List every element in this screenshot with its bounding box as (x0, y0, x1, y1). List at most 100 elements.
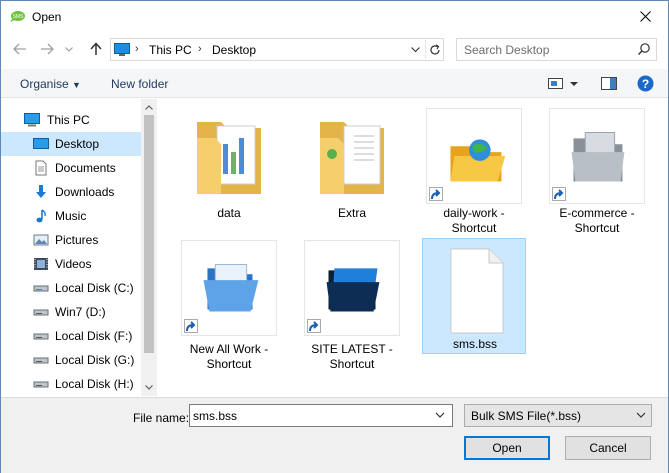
music-icon (36, 209, 46, 223)
up-button[interactable] (88, 41, 104, 57)
sidebar-item-label: Downloads (55, 185, 115, 199)
file-name-field[interactable] (189, 404, 453, 427)
folder-icon (320, 122, 384, 194)
search-box[interactable] (456, 38, 657, 61)
file-item-extra[interactable]: Extra (304, 108, 400, 222)
open-button[interactable]: Open (464, 436, 550, 460)
file-label: SITE LATEST - Shortcut (311, 342, 393, 371)
chevron-down-icon[interactable] (434, 408, 446, 422)
refresh-button[interactable] (425, 40, 443, 59)
sidebar-item-label: Music (55, 209, 87, 223)
recent-locations-button[interactable] (63, 41, 75, 57)
sidebar-item-drive-d[interactable]: Win7 (D:) (1, 300, 141, 324)
downloads-icon (36, 185, 46, 198)
scroll-down-button[interactable] (141, 379, 157, 395)
pictures-icon (33, 234, 49, 246)
scroll-thumb[interactable] (144, 115, 154, 353)
organise-label: Organise (20, 77, 69, 91)
file-item-daily-work-shortcut[interactable]: daily-work - Shortcut (426, 108, 522, 235)
pc-icon (114, 43, 130, 56)
sidebar-item-downloads[interactable]: Downloads (1, 180, 141, 204)
sms-app-icon: SMS (10, 11, 25, 22)
sidebar-item-videos[interactable]: Videos (1, 252, 141, 276)
breadcrumb-separator: › (135, 43, 139, 55)
sidebar-item-label: Pictures (55, 233, 99, 247)
file-type-value: Bulk SMS File(*.bss) (471, 409, 582, 423)
sidebar-item-desktop[interactable]: Desktop (1, 132, 141, 156)
sidebar-item-label: Local Disk (H:) (55, 377, 134, 391)
sidebar-item-label: Desktop (55, 137, 100, 151)
shortcut-arrow-icon (184, 319, 198, 333)
sidebar-item-label: Win7 (D:) (55, 305, 106, 319)
sidebar-scrollbar[interactable] (141, 99, 157, 396)
drive-icon (33, 381, 49, 388)
file-label: sms.bss (452, 337, 497, 351)
organise-button[interactable]: Organise ▼ (20, 77, 81, 91)
search-input[interactable] (457, 39, 635, 60)
shortcut-arrow-icon (307, 319, 321, 333)
forward-button[interactable] (39, 41, 55, 57)
blank-file-icon (450, 248, 504, 334)
scroll-up-button[interactable] (141, 99, 157, 115)
chevron-down-icon (145, 384, 153, 390)
desktop-icon (33, 138, 49, 149)
sidebar-item-label: Local Disk (C:) (55, 281, 134, 295)
folder-icon (197, 122, 261, 194)
file-item-ecommerce-shortcut[interactable]: E-commerce - Shortcut (549, 108, 645, 235)
address-dropdown-button[interactable] (407, 41, 423, 58)
close-button[interactable] (623, 1, 668, 32)
file-item-site-latest-shortcut[interactable]: SITE LATEST - Shortcut (304, 240, 400, 371)
shortcut-arrow-icon (429, 187, 443, 201)
documents-icon (35, 160, 47, 176)
sidebar-item-pictures[interactable]: Pictures (1, 228, 141, 252)
chevron-down-icon (636, 412, 646, 418)
chevron-down-icon (410, 47, 420, 52)
sidebar-item-label: Local Disk (G:) (55, 353, 135, 367)
refresh-icon (429, 43, 440, 54)
file-list: data Extra daily-work - Shortcut E-comme… (158, 99, 668, 396)
address-bar[interactable]: › This PC › Desktop (110, 38, 444, 61)
preview-pane-icon[interactable] (601, 77, 617, 90)
svg-text:SMS: SMS (13, 14, 25, 20)
drive-icon (33, 309, 49, 316)
drive-icon (33, 357, 49, 364)
view-options-icon[interactable] (548, 78, 580, 90)
sidebar-item-music[interactable]: Music (1, 204, 141, 228)
window-title: Open (32, 10, 62, 24)
up-arrow-icon (90, 42, 102, 55)
breadcrumb-this-pc[interactable]: This PC (149, 43, 192, 57)
back-arrow-icon (13, 43, 26, 55)
file-name-input[interactable] (190, 405, 430, 426)
new-folder-button[interactable]: New folder (111, 77, 168, 91)
sidebar-item-label: Local Disk (F:) (55, 329, 133, 343)
sidebar-item-this-pc[interactable]: This PC (1, 108, 141, 132)
file-label: E-commerce - Shortcut (559, 206, 635, 235)
sidebar-item-documents[interactable]: Documents (1, 156, 141, 180)
videos-icon (34, 258, 48, 270)
title-bar: SMS Open (1, 1, 668, 32)
sidebar-item-drive-g[interactable]: Local Disk (G:) (1, 348, 141, 372)
sidebar-item-drive-c[interactable]: Local Disk (C:) (1, 276, 141, 300)
cancel-button[interactable]: Cancel (565, 436, 651, 460)
breadcrumb-desktop[interactable]: Desktop (212, 43, 256, 57)
close-icon (640, 11, 651, 22)
file-label: New All Work - Shortcut (189, 342, 269, 371)
file-label: Extra (337, 206, 366, 220)
sidebar-item-drive-h[interactable]: Local Disk (H:) (1, 372, 141, 396)
file-item-sms-bss[interactable]: sms.bss (422, 238, 526, 354)
sidebar-item-label: This PC (47, 113, 90, 127)
drive-icon (33, 285, 49, 292)
back-button[interactable] (12, 41, 28, 57)
drive-icon (33, 333, 49, 340)
sidebar-item-label: Documents (55, 161, 116, 175)
file-type-select[interactable]: Bulk SMS File(*.bss) (464, 404, 652, 427)
file-item-new-all-work-shortcut[interactable]: New All Work - Shortcut (181, 240, 277, 371)
shortcut-arrow-icon (552, 187, 566, 201)
file-item-data[interactable]: data (181, 108, 277, 222)
svg-text:?: ? (642, 77, 649, 91)
chevron-up-icon (145, 104, 153, 110)
sidebar-item-drive-f[interactable]: Local Disk (F:) (1, 324, 141, 348)
search-icon (638, 43, 650, 55)
help-icon[interactable]: ? (637, 75, 654, 92)
dialog-footer: File name: Bulk SMS File(*.bss) Open Can… (1, 397, 668, 473)
